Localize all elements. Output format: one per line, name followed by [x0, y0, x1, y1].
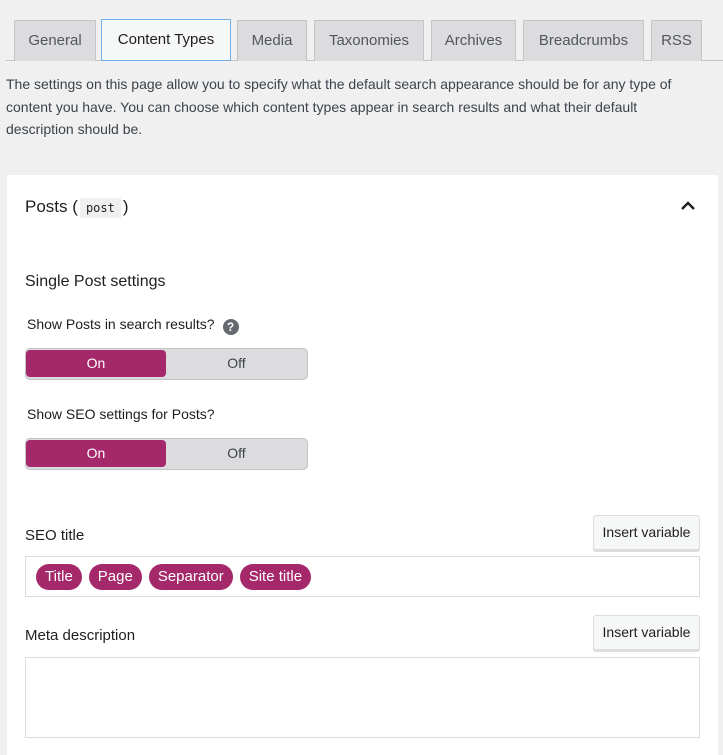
posts-panel: Posts (post) Single Post settings Show P… [7, 175, 718, 755]
close-paren: ) [122, 197, 129, 216]
show-seo-settings-label: Show SEO settings for Posts? [27, 406, 215, 422]
variable-pill-page[interactable]: Page [88, 564, 142, 590]
meta-description-insert-variable-button[interactable]: Insert variable [593, 615, 700, 650]
chevron-up-icon[interactable] [679, 197, 697, 215]
tab-rss[interactable]: RSS [651, 20, 702, 61]
show-in-search-label: Show Posts in search results?? [27, 316, 239, 335]
variable-pill-site-title[interactable]: Site title [239, 564, 312, 590]
intro-text: The settings on this page allow you to s… [6, 76, 672, 137]
show-in-search-label-text: Show Posts in search results? [27, 316, 215, 332]
help-icon[interactable]: ? [222, 319, 239, 335]
meta-description-input[interactable] [25, 657, 700, 738]
seo-title-insert-variable-button[interactable]: Insert variable [593, 515, 700, 550]
show-in-search-toggle[interactable]: On Off [25, 348, 308, 380]
post-type-slug: post [79, 198, 121, 218]
open-paren: ( [72, 197, 78, 216]
seo-title-input[interactable]: Title Page Separator Site title [25, 556, 700, 597]
tab-media[interactable]: Media [237, 20, 307, 61]
tab-general[interactable]: General [14, 20, 96, 61]
section-heading: Single Post settings [25, 273, 166, 290]
tab-taxonomies[interactable]: Taxonomies [314, 20, 424, 61]
toggle-on-option[interactable]: On [26, 440, 166, 467]
tab-content-types[interactable]: Content Types [101, 19, 231, 61]
panel-title-text: Posts [25, 197, 68, 216]
tab-breadcrumbs[interactable]: Breadcrumbs [523, 20, 644, 61]
meta-description-label: Meta description [25, 627, 136, 644]
panel-title: Posts (post) [25, 197, 129, 218]
variable-pill-title[interactable]: Title [36, 564, 82, 590]
toggle-off-option[interactable]: Off [166, 438, 307, 470]
tab-archives[interactable]: Archives [431, 20, 516, 61]
seo-title-label: SEO title [25, 527, 85, 544]
show-seo-settings-toggle[interactable]: On Off [25, 438, 308, 470]
settings-tabs: General Content Types Media Taxonomies A… [0, 0, 723, 61]
variable-pill-separator[interactable]: Separator [148, 564, 233, 590]
toggle-off-option[interactable]: Off [166, 348, 307, 380]
toggle-on-option[interactable]: On [26, 350, 166, 377]
